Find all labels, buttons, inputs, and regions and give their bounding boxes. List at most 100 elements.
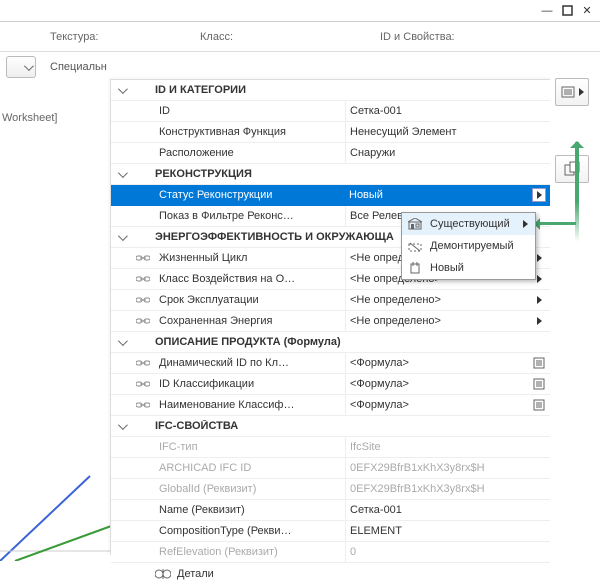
collapse-icon[interactable]: [111, 339, 131, 346]
side-copy-button[interactable]: [555, 155, 589, 183]
row-lifespan[interactable]: Срок Эксплуатации <Не определено>: [111, 290, 550, 311]
chevron-down-icon: [24, 61, 34, 71]
prop-label: Жизненный Цикл: [155, 252, 345, 264]
collapse-icon[interactable]: [111, 87, 131, 94]
prop-value[interactable]: ELEMENT: [345, 521, 528, 541]
prop-label: Срок Эксплуатации: [155, 294, 345, 306]
collapse-icon[interactable]: [111, 423, 131, 430]
row-id[interactable]: ID Сетка-001: [111, 101, 550, 122]
triangle-right-icon: [579, 88, 584, 96]
existing-icon: [406, 218, 424, 230]
prop-value[interactable]: Снаружи: [345, 143, 528, 163]
menu-item-existing[interactable]: Существующий: [402, 213, 535, 235]
link-icon: [131, 316, 155, 326]
column-headers: Текстура: Класс: ID и Свойства:: [0, 22, 600, 52]
prop-value: 0EFX29BfrB1xKhX3y8rx$H: [345, 479, 528, 499]
list-icon: [560, 85, 576, 99]
formula-icon[interactable]: [528, 357, 550, 369]
side-panel-button[interactable]: [555, 78, 589, 106]
prop-value[interactable]: <Формула>: [345, 374, 528, 394]
row-location[interactable]: Расположение Снаружи: [111, 143, 550, 164]
prop-value[interactable]: <Формула>: [345, 395, 528, 415]
link-icon: [131, 358, 155, 368]
properties-panel: ID И КАТЕГОРИИ ID Сетка-001 Конструктивн…: [110, 79, 550, 555]
row-function[interactable]: Конструктивная Функция Ненесущий Элемент: [111, 122, 550, 143]
link-icon: [131, 253, 155, 263]
link-icon: [131, 295, 155, 305]
prop-label: Показ в Фильтре Реконс…: [155, 210, 345, 222]
new-icon: [406, 262, 424, 274]
prop-value: IfcSite: [345, 437, 528, 457]
footer-label: Детали: [177, 568, 214, 580]
row-class-name[interactable]: Наименование Классиф… <Формула>: [111, 395, 550, 416]
prop-value[interactable]: Новый: [345, 185, 528, 205]
prop-label: RefElevation (Реквизит): [155, 546, 345, 558]
section-label: РЕКОНСТРУКЦИЯ: [155, 168, 550, 180]
triangle-right-icon: [523, 220, 528, 228]
prop-value: 0: [345, 542, 528, 562]
triangle-right-icon[interactable]: [537, 296, 542, 304]
row-refelevation[interactable]: RefElevation (Реквизит) 0: [111, 542, 550, 563]
details-icon: [155, 567, 171, 581]
row-dynamic-id[interactable]: Динамический ID по Кл… <Формула>: [111, 353, 550, 374]
prop-label: Name (Реквизит): [155, 504, 345, 516]
status-popup-menu: Существующий Демонтируемый Новый: [401, 212, 536, 280]
row-archicad-id[interactable]: ARCHICAD IFC ID 0EFX29BfrB1xKhX3y8rx$H: [111, 458, 550, 479]
section-ifc[interactable]: IFC-СВОЙСТВА: [111, 416, 550, 437]
prop-label: Статус Реконструкции: [155, 189, 345, 201]
texture-dropdown[interactable]: [6, 56, 36, 78]
prop-label: Конструктивная Функция: [155, 126, 345, 138]
close-icon[interactable]: ✕: [580, 4, 594, 18]
prop-label: CompositionType (Рекви…: [155, 525, 345, 537]
row-comptype[interactable]: CompositionType (Рекви… ELEMENT: [111, 521, 550, 542]
prop-label: Класс Воздействия на О…: [155, 273, 345, 285]
prop-label: Динамический ID по Кл…: [155, 357, 345, 369]
formula-icon[interactable]: [528, 378, 550, 390]
prop-value[interactable]: <Формула>: [345, 353, 528, 373]
minimize-icon[interactable]: —: [540, 4, 554, 18]
menu-item-demolished[interactable]: Демонтируемый: [402, 235, 535, 257]
prop-label: ID Классификации: [155, 378, 345, 390]
prop-label: IFC-тип: [155, 441, 345, 453]
link-icon: [131, 400, 155, 410]
header-idprops: ID и Свойства:: [380, 31, 600, 43]
row-saved-energy[interactable]: Сохраненная Энергия <Не определено>: [111, 311, 550, 332]
footer-details[interactable]: Детали: [111, 563, 550, 585]
triangle-right-icon[interactable]: [537, 275, 542, 283]
prop-value: 0EFX29BfrB1xKhX3y8rx$H: [345, 458, 528, 478]
row-class-id[interactable]: ID Классификации <Формула>: [111, 374, 550, 395]
prop-label: ID: [155, 105, 345, 117]
triangle-right-icon[interactable]: [537, 254, 542, 262]
expand-button[interactable]: [532, 188, 546, 202]
annotation-arrow-vertical: [575, 142, 579, 242]
menu-label: Существующий: [430, 218, 510, 230]
section-id-categories[interactable]: ID И КАТЕГОРИИ: [111, 80, 550, 101]
maximize-icon[interactable]: [560, 4, 574, 18]
annotation-arrow-horizontal: [536, 222, 576, 225]
section-product-desc[interactable]: ОПИСАНИЕ ПРОДУКТА (Формула): [111, 332, 550, 353]
section-label: ОПИСАНИЕ ПРОДУКТА (Формула): [155, 336, 550, 348]
row-recon-status[interactable]: Статус Реконструкции Новый: [111, 185, 550, 206]
prop-value[interactable]: <Не определено>: [345, 311, 528, 331]
formula-icon[interactable]: [528, 399, 550, 411]
prop-value[interactable]: Сетка-001: [345, 500, 528, 520]
titlebar: — ✕: [0, 0, 600, 22]
row-name[interactable]: Name (Реквизит) Сетка-001: [111, 500, 550, 521]
prop-label: GlobalId (Реквизит): [155, 483, 345, 495]
section-reconstruction[interactable]: РЕКОНСТРУКЦИЯ: [111, 164, 550, 185]
collapse-icon[interactable]: [111, 171, 131, 178]
section-label: ID И КАТЕГОРИИ: [155, 84, 550, 96]
collapse-icon[interactable]: [111, 234, 131, 241]
prop-label: Расположение: [155, 147, 345, 159]
prop-value[interactable]: <Не определено>: [345, 290, 528, 310]
menu-item-new[interactable]: Новый: [402, 257, 535, 279]
special-label: Специальн: [50, 61, 107, 73]
prop-value[interactable]: Сетка-001: [345, 101, 528, 121]
prop-value[interactable]: Ненесущий Элемент: [345, 122, 528, 142]
menu-label: Демонтируемый: [430, 240, 514, 252]
row-globalid[interactable]: GlobalId (Реквизит) 0EFX29BfrB1xKhX3y8rx…: [111, 479, 550, 500]
header-texture: Текстура:: [50, 31, 200, 43]
triangle-right-icon[interactable]: [537, 317, 542, 325]
prop-label: Наименование Классиф…: [155, 399, 345, 411]
row-ifc-type[interactable]: IFC-тип IfcSite: [111, 437, 550, 458]
